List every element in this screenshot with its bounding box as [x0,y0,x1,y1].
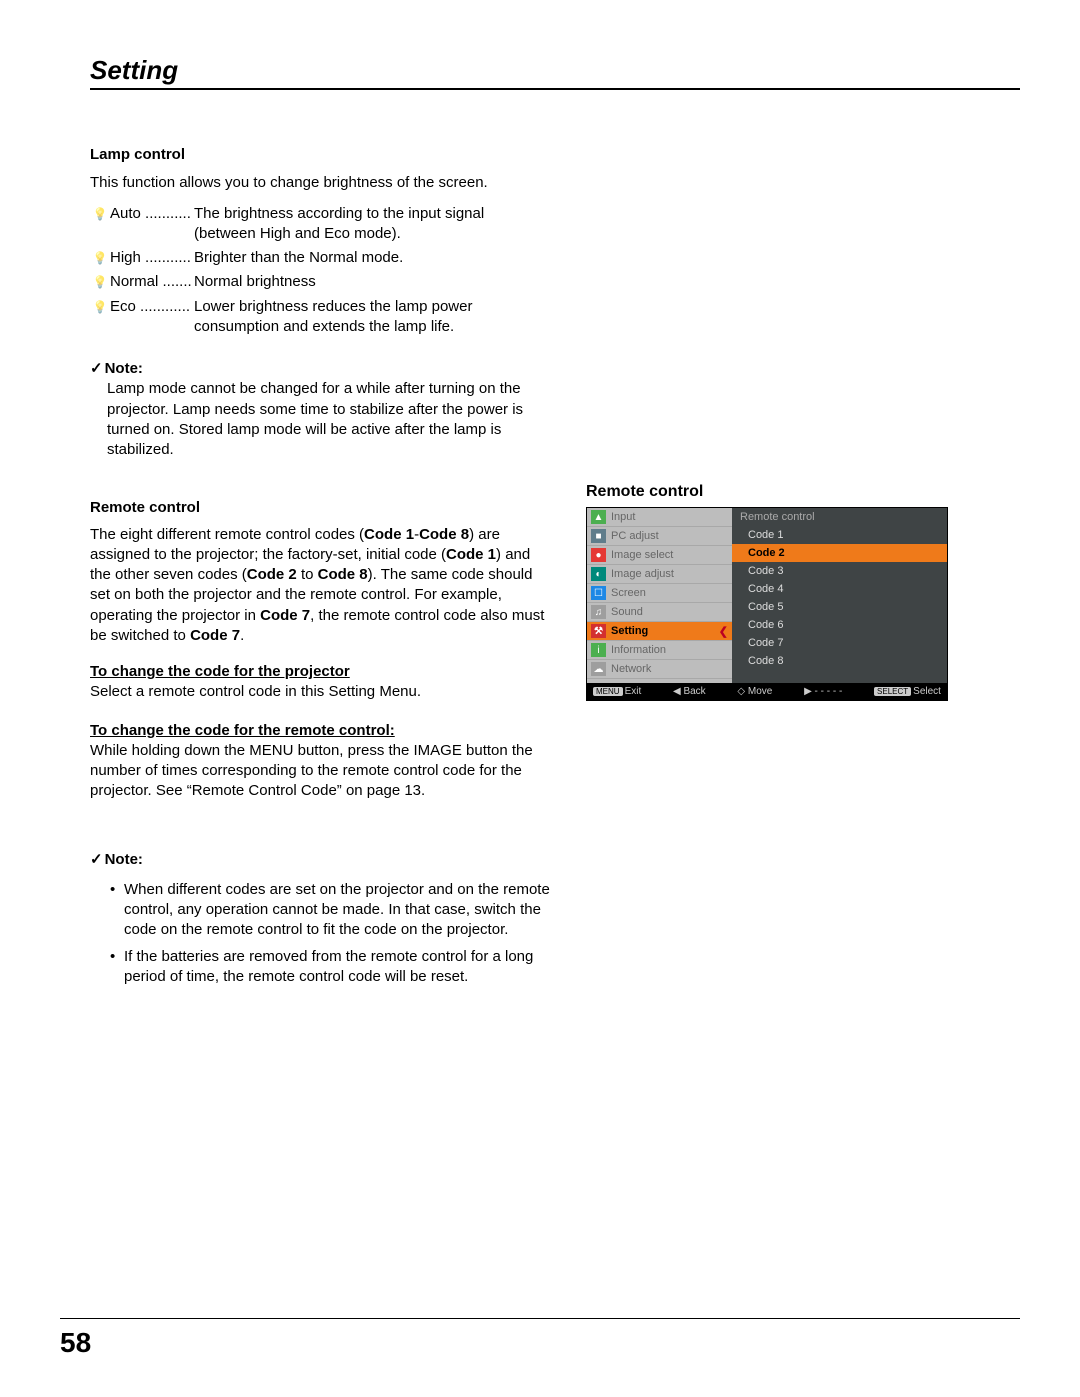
osd-code-item: Code 3 [732,562,947,580]
osd-code-item: Code 6 [732,616,947,634]
lamp-option-normal: 💡 Normal ....... Normal brightness [90,272,550,292]
change-code-remote-body: While holding down the MENU button, pres… [90,742,533,800]
chevron-right-icon: ❮ [719,625,728,638]
right-column: Remote control ▲ Input ■ PC adjust ● Image se… [586,145,966,993]
change-code-projector-body: Select a remote control code in this Set… [90,683,421,700]
footer-rule [60,1318,1020,1319]
osd-menu-icon: ☐ [591,586,606,600]
lamp-option-label: Normal ....... [110,272,194,292]
osd-code-item: Code 7 [732,634,947,652]
osd-menu-item: ⚒ Setting ❮ [587,622,732,641]
remote-note-item: • If the batteries are removed from the … [110,947,550,988]
osd-code-item: Code 1 [732,526,947,544]
osd-menu-item: ☐ Screen [587,584,732,603]
bullet-icon: • [110,880,124,941]
osd-menu-item: ☁ Network [587,660,732,679]
osd-footer-move: ◇ Move [737,686,772,697]
osd-footer-dashes: ▶ - - - - - [804,686,842,697]
osd-menu-icon: ♫ [591,605,606,619]
osd-footer-select: SELECTSelect [874,686,941,697]
remote-note-item: • When different codes are set on the pr… [110,880,550,941]
note-label: Note: [90,360,143,377]
remote-control-paragraph: The eight different remote control codes… [90,525,550,647]
osd-menu-item: ▲ Input [587,508,732,527]
osd-code-item: Code 5 [732,598,947,616]
lamp-option-auto: 💡 Auto ........... The brightness accord… [90,204,550,245]
osd-menu-icon: ⚒ [591,624,606,638]
osd-footer: MENUExit ◀ Back ◇ Move ▶ - - - - - SELEC… [587,683,947,700]
osd-right-title: Remote control [732,508,947,526]
osd-menu-list: ▲ Input ■ PC adjust ● Image select ◐ Image adju… [587,508,732,683]
osd-menu-label: Input [611,511,635,523]
bulb-icon: 💡 [90,297,110,315]
osd-menu-label: Network [611,663,651,675]
osd-menu-icon: i [591,643,606,657]
osd-menu-icon: ▲ [591,510,606,524]
lamp-option-eco: 💡 Eco ............ Lower brightness redu… [90,297,550,338]
osd-menu-label: Screen [611,587,646,599]
osd-menu-item: ◐ Image adjust [587,565,732,584]
osd-menu-label: Information [611,644,666,656]
remote-notes-list: • When different codes are set on the pr… [110,880,550,987]
bulb-icon: 💡 [90,204,110,222]
osd-menu-item: ■ PC adjust [587,527,732,546]
osd-right-panel: Remote control Code 1Code 2Code 3Code 4C… [732,508,947,683]
osd-menu-label: Setting [611,625,648,637]
note-label: Note: [90,851,143,868]
osd-menu-item: i Information [587,641,732,660]
osd-caption: Remote control [586,483,966,501]
lamp-option-desc: Lower brightness reduces the lamp power … [194,297,550,338]
lamp-options-list: 💡 Auto ........... The brightness accord… [90,204,550,338]
bullet-icon: • [110,947,124,988]
osd-menu-item: ♫ Sound [587,603,732,622]
lamp-option-desc: Brighter than the Normal mode. [194,248,550,268]
page-number: 58 [60,1327,91,1359]
lamp-note-body: Lamp mode cannot be changed for a while … [107,379,550,460]
page-title: Setting [90,55,1020,90]
osd-menu-icon: ◐ [591,567,606,581]
osd-menu-label: Image adjust [611,568,674,580]
lamp-intro: This function allows you to change brigh… [90,173,550,193]
osd-menu-icon: ● [591,548,606,562]
osd-code-list: Code 1Code 2Code 3Code 4Code 5Code 6Code… [732,526,947,670]
osd-code-item: Code 2 [732,544,947,562]
osd-menu-icon: ■ [591,529,606,543]
bulb-icon: 💡 [90,272,110,290]
remote-control-heading: Remote control [90,498,550,518]
osd-code-item: Code 8 [732,652,947,670]
lamp-option-label: Auto ........... [110,204,194,224]
lamp-option-label: Eco ............ [110,297,194,317]
osd-menu-label: Image select [611,549,673,561]
osd-menu-label: PC adjust [611,530,659,542]
lamp-control-heading: Lamp control [90,145,550,165]
osd-menu-icon: ☁ [591,662,606,676]
lamp-option-label: High ........... [110,248,194,268]
osd-code-item: Code 4 [732,580,947,598]
bulb-icon: 💡 [90,248,110,266]
change-code-remote-heading: To change the code for the remote contro… [90,722,395,739]
lamp-option-desc: Normal brightness [194,272,550,292]
osd-footer-back: ◀ Back [673,686,706,697]
lamp-option-high: 💡 High ........... Brighter than the Nor… [90,248,550,268]
osd-footer-exit: MENUExit [593,686,641,697]
osd-menu-item: ● Image select [587,546,732,565]
left-column: Lamp control This function allows you to… [90,145,550,993]
lamp-option-desc: The brightness according to the input si… [194,204,550,245]
change-code-projector-heading: To change the code for the projector [90,663,350,680]
osd-menu-label: Sound [611,606,643,618]
osd-screenshot: ▲ Input ■ PC adjust ● Image select ◐ Image adju… [586,507,948,701]
